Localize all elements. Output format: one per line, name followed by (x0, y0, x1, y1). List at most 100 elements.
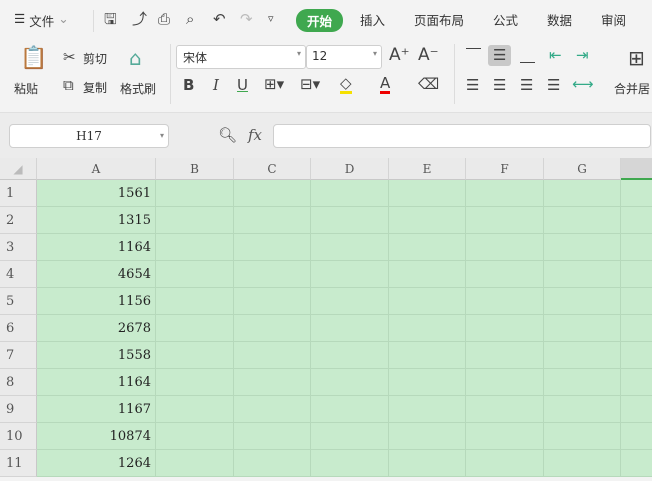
cell[interactable] (311, 342, 389, 369)
cell[interactable] (621, 342, 652, 369)
print-preview-icon[interactable]: ⌕ (186, 12, 194, 27)
format-painter-button[interactable]: 格式刷 (120, 80, 156, 97)
cell[interactable] (311, 207, 389, 234)
cell[interactable] (544, 342, 621, 369)
row-header[interactable]: 3 (0, 234, 37, 261)
cell[interactable] (621, 261, 652, 288)
cell[interactable] (234, 369, 311, 396)
cell[interactable] (311, 423, 389, 450)
cell[interactable] (544, 180, 621, 207)
cell[interactable] (311, 369, 389, 396)
cell[interactable] (234, 396, 311, 423)
cell[interactable] (389, 369, 466, 396)
cell[interactable] (234, 315, 311, 342)
save-icon[interactable]: 🖫 (104, 12, 117, 27)
font-name-select[interactable]: 宋体 ▾ (176, 45, 306, 69)
cell[interactable] (156, 234, 234, 261)
name-box[interactable]: H17 ▾ (9, 124, 169, 148)
cell[interactable] (389, 342, 466, 369)
column-header-B[interactable]: B (156, 158, 234, 180)
tab-home[interactable]: 开始 (296, 9, 344, 32)
column-header-F[interactable]: F (466, 158, 544, 180)
cell[interactable] (466, 234, 544, 261)
cell[interactable] (234, 288, 311, 315)
export-icon[interactable]: ⤴ (132, 12, 147, 27)
cell[interactable] (311, 234, 389, 261)
cell[interactable] (156, 396, 234, 423)
cell[interactable] (234, 180, 311, 207)
fx-icon[interactable]: fx (248, 128, 262, 143)
cell[interactable] (544, 315, 621, 342)
tab-page-layout[interactable]: 页面布局 (414, 10, 464, 29)
column-header-D[interactable]: D (311, 158, 389, 180)
row-header[interactable]: 6 (0, 315, 37, 342)
tab-insert[interactable]: 插入 (360, 10, 385, 29)
cell[interactable] (544, 288, 621, 315)
align-right-icon[interactable]: ☰ (520, 78, 533, 93)
cell[interactable] (621, 207, 652, 234)
row-header[interactable]: 8 (0, 369, 37, 396)
cell[interactable] (466, 207, 544, 234)
cell[interactable] (389, 261, 466, 288)
align-bottom-icon[interactable]: ⎽ (520, 48, 535, 63)
merge-center-button[interactable]: 合并居 (614, 80, 650, 97)
cell[interactable] (621, 315, 652, 342)
cell[interactable] (389, 315, 466, 342)
cell[interactable]: 10874 (37, 423, 156, 450)
cell[interactable] (466, 315, 544, 342)
row-header[interactable]: 9 (0, 396, 37, 423)
cell[interactable] (234, 342, 311, 369)
row-header[interactable]: 1 (0, 180, 37, 207)
cell[interactable] (544, 396, 621, 423)
cell[interactable] (544, 450, 621, 477)
distribute-icon[interactable]: ⟷ (572, 77, 594, 92)
row-header[interactable]: 4 (0, 261, 37, 288)
row-header[interactable]: 5 (0, 288, 37, 315)
cell[interactable] (311, 396, 389, 423)
cell[interactable] (156, 450, 234, 477)
cell[interactable] (466, 450, 544, 477)
increase-indent-icon[interactable]: ⇥ (576, 48, 589, 63)
italic-icon[interactable]: I (213, 78, 219, 93)
cell[interactable] (389, 180, 466, 207)
cell[interactable] (156, 369, 234, 396)
column-header-E[interactable]: E (389, 158, 466, 180)
cell[interactable] (234, 423, 311, 450)
cell[interactable] (544, 423, 621, 450)
eraser-icon[interactable]: ⌫ (418, 77, 439, 92)
increase-font-icon[interactable]: A⁺ (389, 47, 410, 64)
print-icon[interactable]: ⎙ (158, 12, 170, 27)
cell[interactable] (621, 234, 652, 261)
cell[interactable] (621, 180, 652, 207)
cell[interactable]: 2678 (37, 315, 156, 342)
row-header[interactable]: 11 (0, 450, 37, 477)
cell[interactable] (621, 369, 652, 396)
cell[interactable] (156, 180, 234, 207)
cell[interactable]: 1164 (37, 234, 156, 261)
cell[interactable] (544, 261, 621, 288)
cell[interactable] (466, 342, 544, 369)
cell[interactable] (311, 450, 389, 477)
select-all-corner[interactable]: ◢ (0, 158, 37, 180)
cell[interactable]: 4654 (37, 261, 156, 288)
undo-icon[interactable]: ↶ (213, 12, 226, 27)
font-size-select[interactable]: 12 ▾ (306, 45, 382, 69)
tab-data[interactable]: 数据 (547, 10, 572, 29)
align-top-icon[interactable]: ⎺ (466, 48, 481, 63)
cell[interactable] (311, 261, 389, 288)
cell[interactable] (466, 180, 544, 207)
row-header[interactable]: 10 (0, 423, 37, 450)
cell[interactable] (156, 261, 234, 288)
align-left-icon[interactable]: ☰ (466, 78, 479, 93)
cell[interactable] (544, 369, 621, 396)
formula-input[interactable] (273, 124, 651, 148)
cell[interactable] (311, 288, 389, 315)
cell[interactable] (389, 423, 466, 450)
cell[interactable] (621, 396, 652, 423)
align-middle-icon[interactable]: ☰ (488, 45, 512, 66)
cell[interactable] (389, 234, 466, 261)
row-header[interactable]: 2 (0, 207, 37, 234)
cell[interactable] (389, 207, 466, 234)
cell[interactable] (544, 207, 621, 234)
column-header-A[interactable]: A (37, 158, 156, 180)
